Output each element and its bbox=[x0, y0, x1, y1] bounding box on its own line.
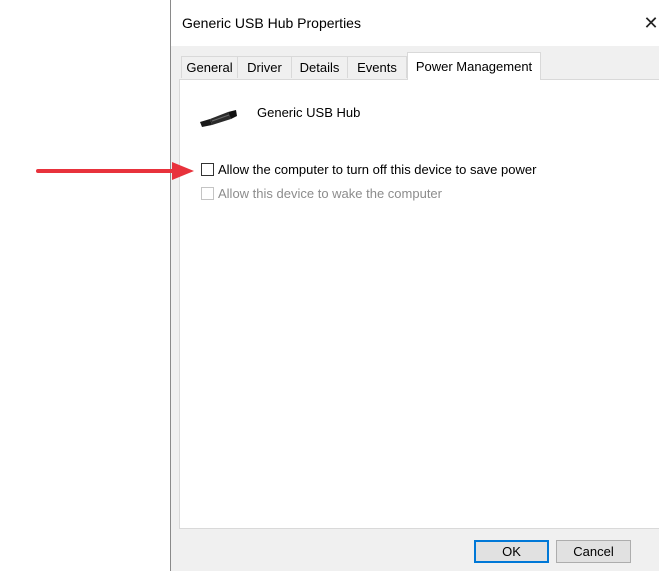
power-management-panel: Generic USB Hub Allow the computer to tu… bbox=[179, 79, 659, 529]
allow-wake-checkbox bbox=[201, 187, 214, 200]
allow-wake-label: Allow this device to wake the computer bbox=[218, 186, 442, 201]
cancel-button[interactable]: Cancel bbox=[556, 540, 631, 563]
title-bar: Generic USB Hub Properties ✕ bbox=[171, 0, 659, 46]
tab-general[interactable]: General bbox=[181, 56, 238, 78]
properties-dialog: Generic USB Hub Properties ✕ General Dri… bbox=[170, 0, 659, 571]
tab-details[interactable]: Details bbox=[291, 56, 348, 78]
allow-turn-off-checkbox[interactable] bbox=[201, 163, 214, 176]
screen: Generic USB Hub Properties ✕ General Dri… bbox=[0, 0, 659, 571]
close-icon[interactable]: ✕ bbox=[639, 10, 659, 36]
tab-strip: General Driver Details Events Power Mana… bbox=[171, 46, 659, 80]
allow-turn-off-label: Allow the computer to turn off this devi… bbox=[218, 162, 537, 177]
allow-wake-option: Allow this device to wake the computer bbox=[201, 186, 442, 201]
tab-events[interactable]: Events bbox=[347, 56, 407, 78]
tab-driver[interactable]: Driver bbox=[237, 56, 292, 78]
ok-button[interactable]: OK bbox=[474, 540, 549, 563]
usb-plug-icon bbox=[200, 110, 237, 127]
tab-power-management[interactable]: Power Management bbox=[407, 52, 541, 80]
window-title: Generic USB Hub Properties bbox=[182, 15, 361, 31]
allow-turn-off-option[interactable]: Allow the computer to turn off this devi… bbox=[201, 162, 536, 177]
device-name: Generic USB Hub bbox=[257, 105, 361, 120]
